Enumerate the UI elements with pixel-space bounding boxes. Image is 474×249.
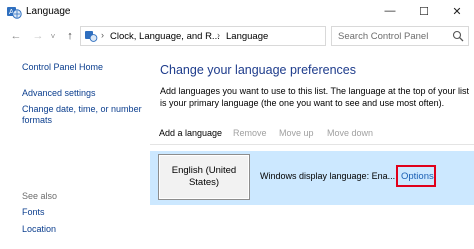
address-bar[interactable]: › Clock, Language, and R... › Language ˅… (80, 26, 399, 46)
recent-locations-button[interactable]: ˅ (48, 28, 58, 44)
close-button[interactable]: ✕ (440, 0, 474, 22)
fonts-link[interactable]: Fonts (22, 207, 45, 218)
breadcrumb-separator: › (217, 30, 220, 40)
control-panel-home-link[interactable]: Control Panel Home (22, 62, 103, 73)
title-bar: A Language — ☐ ✕ (0, 0, 474, 24)
search-input[interactable]: Search Control Panel (338, 31, 428, 42)
page-title: Change your language preferences (160, 63, 356, 77)
move-up-button[interactable]: Move up (279, 128, 314, 138)
move-down-button[interactable]: Move down (327, 128, 373, 138)
window-title: Language (26, 6, 71, 17)
change-date-time-link[interactable]: Change date, time, or number (22, 104, 142, 115)
up-button[interactable]: ↑ (62, 28, 78, 44)
language-icon: A (7, 7, 22, 19)
forward-button[interactable]: → (30, 28, 46, 44)
minimize-button[interactable]: — (373, 0, 407, 22)
search-box[interactable]: Search Control Panel (331, 26, 469, 46)
maximize-button[interactable]: ☐ (407, 0, 441, 22)
breadcrumb-language[interactable]: Language (226, 31, 268, 42)
control-panel-icon (85, 31, 98, 42)
search-icon[interactable] (452, 30, 464, 42)
add-language-button[interactable]: Add a language (159, 128, 222, 138)
sidebar: Control Panel Home Advanced settings Cha… (0, 48, 150, 249)
see-also-heading: See also (22, 191, 58, 201)
main-content: Change your language preferences Add lan… (150, 48, 474, 249)
remove-button[interactable]: Remove (233, 128, 267, 138)
change-date-time-link-cont[interactable]: formats (22, 115, 52, 126)
language-name-tile[interactable]: English (United States) (158, 154, 250, 200)
language-info: Windows display language: Ena... (260, 171, 396, 181)
breadcrumb-separator: › (101, 30, 104, 40)
breadcrumb-clock-language-region[interactable]: Clock, Language, and R... (110, 31, 220, 42)
navigation-bar: ← → ˅ ↑ › Clock, Language, and R... › La… (0, 24, 474, 48)
options-link[interactable]: Options (401, 171, 434, 182)
page-description: Add languages you want to use to this li… (160, 86, 470, 108)
location-link[interactable]: Location (22, 224, 56, 235)
language-list-item[interactable]: English (United States) Windows display … (150, 151, 474, 205)
advanced-settings-link[interactable]: Advanced settings (22, 88, 96, 99)
back-button[interactable]: ← (8, 28, 24, 44)
language-toolbar: Add a language Remove Move up Move down (150, 123, 474, 145)
